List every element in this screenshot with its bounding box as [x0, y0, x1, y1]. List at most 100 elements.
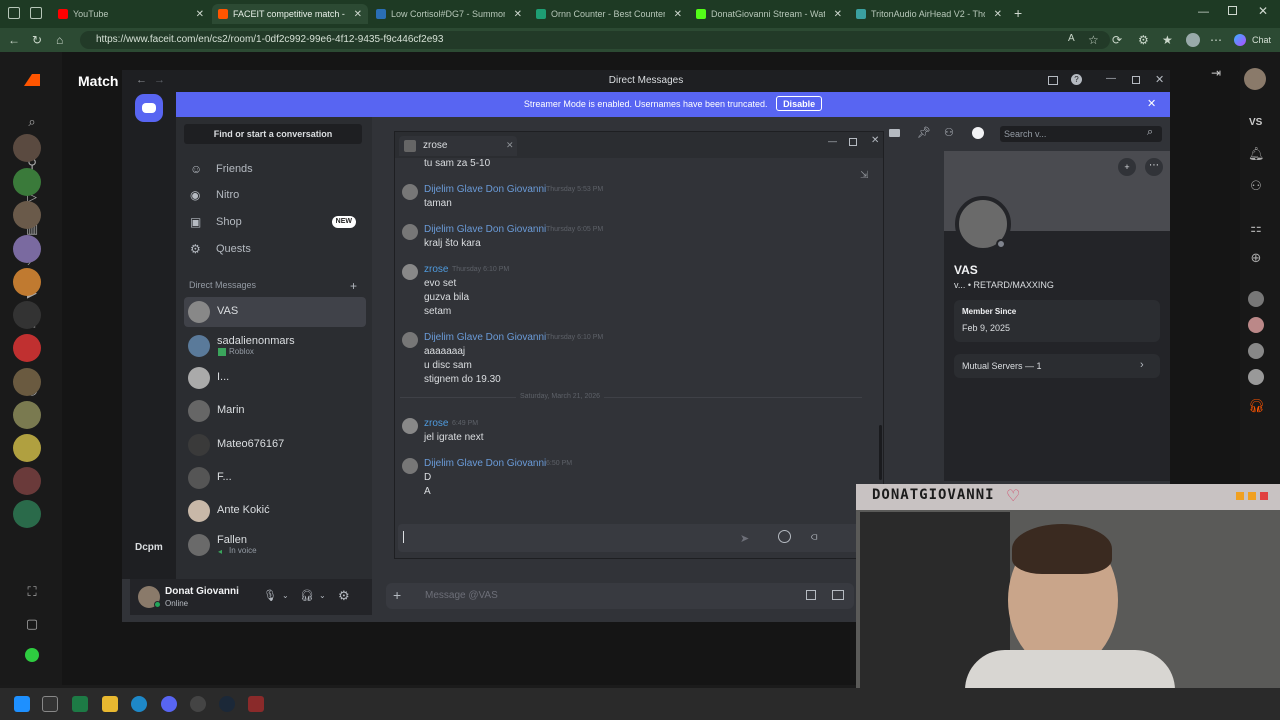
attach-plus-icon[interactable]: +	[393, 587, 401, 603]
close-tab-icon[interactable]: ✕	[674, 9, 682, 20]
tab-league[interactable]: Low Cortisol#DG7 - Summoner St ✕	[370, 4, 528, 24]
close-tab-icon[interactable]: ✕	[196, 9, 204, 20]
server-icon[interactable]	[13, 334, 41, 362]
tab-youtube[interactable]: YouTube ✕	[52, 4, 210, 24]
task-view-icon[interactable]	[42, 696, 58, 712]
copilot-icon[interactable]	[1234, 34, 1246, 46]
chevron-down-icon[interactable]: ⌄	[319, 591, 326, 600]
pin-popout-icon[interactable]: ⇲	[860, 170, 868, 181]
fullscreen-icon[interactable]: ⛶	[24, 584, 40, 600]
server-icon[interactable]	[13, 168, 41, 196]
gift-icon[interactable]	[806, 590, 816, 600]
message-avatar[interactable]	[402, 264, 418, 280]
user-avatar[interactable]	[1244, 68, 1266, 90]
popout-maximize-icon[interactable]	[849, 138, 857, 146]
favorites-icon[interactable]: ★	[1162, 33, 1173, 47]
nav-quests[interactable]: ⚙ Quests	[184, 238, 362, 260]
read-aloud-icon[interactable]: A	[1068, 33, 1075, 44]
nav-friends[interactable]: ☺ Friends	[184, 158, 362, 180]
message-avatar[interactable]	[402, 418, 418, 434]
dm-item[interactable]: VAS	[184, 297, 366, 327]
close-tab-icon[interactable]: ✕	[994, 9, 1002, 20]
message-avatar[interactable]	[402, 332, 418, 348]
discord-maximize-icon[interactable]	[1132, 76, 1140, 84]
server-icon[interactable]	[13, 434, 41, 462]
server-icon[interactable]	[13, 301, 41, 329]
file-explorer-icon[interactable]	[102, 696, 118, 712]
message-input[interactable]: Message @VAS	[425, 590, 498, 601]
discord-close-icon[interactable]: ✕	[1155, 73, 1164, 86]
tab-ornn-counter[interactable]: Ornn Counter - Best Counters fro ✕	[530, 4, 688, 24]
dm-item[interactable]: Fallen In voice ◂	[184, 530, 366, 560]
url-field[interactable]: https://www.faceit.com/en/cs2/room/1-0df…	[80, 31, 1110, 49]
create-dm-icon[interactable]: +	[350, 279, 357, 293]
chevron-down-icon[interactable]: ⌄	[282, 591, 289, 600]
message-author[interactable]: zrose	[424, 418, 448, 429]
add-friends-icon[interactable]: ⚇	[944, 126, 954, 139]
back-icon[interactable]: ←	[8, 33, 20, 47]
close-tab-icon[interactable]: ✕	[506, 140, 514, 151]
friend-avatar[interactable]	[1248, 343, 1264, 359]
discord-taskbar-icon[interactable]	[161, 696, 177, 712]
popout-tab[interactable]: zrose	[399, 136, 517, 156]
excel-icon[interactable]	[72, 696, 88, 712]
server-icon[interactable]	[13, 500, 41, 528]
server-icon[interactable]	[13, 467, 41, 495]
status-icon[interactable]	[25, 648, 39, 662]
message-author[interactable]: Dijelim Glave Don Giovanni	[424, 224, 546, 235]
new-tab-button[interactable]: +	[1014, 5, 1022, 21]
extensions-icon[interactable]: ⚙	[1138, 33, 1149, 47]
deafen-icon[interactable]: 🎧︎	[300, 589, 314, 602]
more-menu-icon[interactable]: ⋯	[1210, 33, 1222, 47]
dm-item[interactable]: Ante Kokić	[184, 496, 366, 526]
overlay-close-icon[interactable]	[1260, 492, 1268, 500]
shop-bag-icon[interactable]: ▢	[24, 616, 40, 632]
friends-icon[interactable]: ⚇	[1248, 178, 1264, 194]
message-author[interactable]: Dijelim Glave Don Giovanni	[424, 184, 546, 195]
search-input[interactable]: Search v...	[1000, 126, 1162, 142]
reload-icon[interactable]: ↻	[32, 33, 42, 47]
minimize-window-icon[interactable]: —	[1198, 6, 1209, 18]
server-icon[interactable]	[13, 235, 41, 263]
collapse-icon[interactable]: ⇥	[1211, 66, 1221, 80]
discord-minimize-icon[interactable]: —	[1106, 73, 1116, 84]
help-icon[interactable]: ?	[1071, 74, 1082, 85]
refresh-page-icon[interactable]: ⟳	[1112, 33, 1122, 47]
mute-icon[interactable]: 🎙︎	[263, 589, 277, 602]
emoji-icon[interactable]	[778, 530, 791, 543]
message-author[interactable]: zrose	[424, 264, 448, 275]
find-conversation-button[interactable]: Find or start a conversation	[184, 124, 362, 144]
gif-icon[interactable]	[832, 590, 844, 600]
dm-item[interactable]: Marin	[184, 396, 366, 426]
windows-start-icon[interactable]	[14, 696, 30, 712]
workspaces-icon[interactable]	[30, 7, 42, 19]
close-window-icon[interactable]: ✕	[1258, 4, 1268, 18]
server-icon[interactable]	[13, 368, 41, 396]
nav-nitro[interactable]: ◉ Nitro	[184, 184, 362, 206]
tab-kick-stream[interactable]: DonatGiovanni Stream - Watch Li ✕	[690, 4, 848, 24]
video-call-icon[interactable]	[889, 129, 900, 137]
message-author[interactable]: Dijelim Glave Don Giovanni	[424, 458, 546, 469]
popout-minimize-icon[interactable]: —	[828, 136, 837, 146]
send-icon[interactable]: ➤	[740, 532, 749, 545]
pin-icon[interactable]: 📌︎	[917, 126, 931, 139]
tab-actions-icon[interactable]	[8, 7, 20, 19]
search-icon[interactable]: ⌕	[24, 114, 40, 130]
popout-scrollbar[interactable]	[879, 425, 882, 480]
maximize-window-icon[interactable]	[1228, 6, 1237, 15]
message-avatar[interactable]	[402, 458, 418, 474]
server-icon[interactable]	[13, 201, 41, 229]
dm-item[interactable]: I...	[184, 363, 366, 393]
copilot-chat-label[interactable]: Chat	[1252, 35, 1271, 45]
add-friend-icon[interactable]: +	[1118, 158, 1136, 176]
popout-close-icon[interactable]: ✕	[871, 135, 879, 146]
server-icon[interactable]	[13, 268, 41, 296]
server-icon[interactable]	[13, 401, 41, 429]
overlay-minimize-icon[interactable]	[1236, 492, 1244, 500]
favorite-star-icon[interactable]: ☆	[1088, 33, 1099, 47]
notification-bell-icon[interactable]: 🔔︎	[1248, 146, 1265, 162]
close-banner-icon[interactable]: ✕	[1147, 97, 1156, 110]
faceit-logo-icon[interactable]	[24, 74, 40, 86]
game-app-icon[interactable]	[248, 696, 264, 712]
settings-gear-icon[interactable]: ⚙	[338, 588, 350, 604]
